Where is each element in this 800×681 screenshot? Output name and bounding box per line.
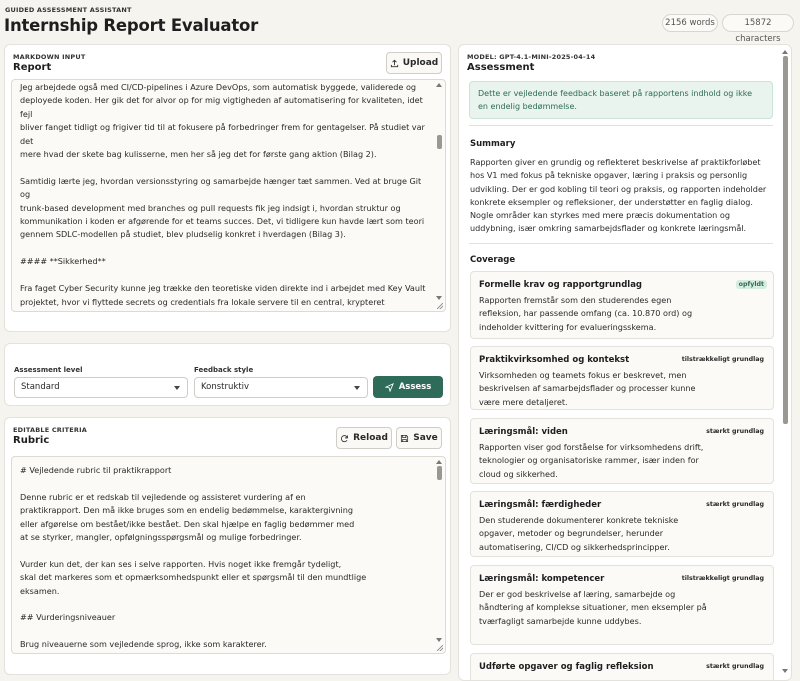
upload-icon: [390, 59, 398, 67]
coverage-item: Læringsmål: færdigheder stærkt grundlag …: [470, 491, 774, 557]
assessment-title: Assessment: [467, 62, 535, 73]
upload-label: Upload: [402, 58, 439, 68]
rubric-eyebrow: EDITABLE CRITERIA: [13, 426, 87, 434]
coverage-status-badge: stærkt grundlag: [706, 428, 764, 435]
coverage-status-badge: tilstrækkeligt grundlag: [681, 356, 764, 363]
assess-button[interactable]: Assess: [373, 376, 443, 398]
chevron-down-icon: [174, 386, 180, 390]
markdown-eyebrow: MARKDOWN INPUT: [13, 53, 86, 61]
assessment-controls: Assessment level Standard Feedback style…: [4, 343, 451, 406]
app-eyebrow: GUIDED ASSESSMENT ASSISTANT: [5, 6, 132, 14]
coverage-status-badge: tilstrækkeligt grundlag: [681, 575, 764, 582]
rubric-text: # Vejledende rubric til praktikrapport D…: [20, 465, 367, 650]
scroll-up-arrow[interactable]: [436, 83, 442, 87]
level-label: Assessment level: [14, 366, 83, 374]
reload-label: Reload: [353, 433, 388, 443]
coverage-item-text: Virksomheden og teamets fokus er beskrev…: [479, 370, 696, 407]
save-button[interactable]: Save: [396, 427, 442, 449]
coverage-item: Udførte opgaver og faglig refleksion stæ…: [470, 653, 774, 680]
coverage-status-badge: opfyldt: [735, 280, 767, 289]
upload-button[interactable]: Upload: [386, 52, 442, 74]
send-icon: [384, 382, 394, 392]
rubric-textarea[interactable]: # Vejledende rubric til praktikrapport D…: [11, 456, 446, 654]
rubric-card: EDITABLE CRITERIA Rubric Reload Save # V…: [4, 417, 451, 675]
scroll-down-arrow[interactable]: [436, 638, 442, 642]
coverage-item-title: Læringsmål: kompetencer: [479, 574, 605, 584]
word-count-badge: 2156 words: [662, 14, 718, 32]
summary-text: Rapporten giver en grundig og reflektere…: [470, 157, 767, 234]
page-scroll-thumb[interactable]: [783, 56, 788, 424]
style-value: Konstruktiv: [201, 382, 250, 392]
model-label: MODEL: GPT-4.1-MINI-2025-04-14: [467, 53, 596, 61]
coverage-item-title: Udførte opgaver og faglig refleksion: [479, 662, 654, 672]
page-scroll-down-arrow[interactable]: [782, 669, 788, 673]
markdown-input-card: MARKDOWN INPUT Report Upload Jeg arbejde…: [4, 44, 451, 332]
resize-handle[interactable]: [437, 645, 443, 651]
page-title: Internship Report Evaluator: [4, 16, 259, 35]
reload-button[interactable]: Reload: [336, 427, 392, 449]
save-icon: [401, 434, 409, 442]
reload-icon: [341, 434, 348, 442]
coverage-item-text: Rapporten fremstår som den studerendes e…: [479, 295, 693, 332]
coverage-item: Læringsmål: kompetencer tilstrækkeligt g…: [470, 565, 774, 645]
coverage-item-title: Praktikvirksomhed og kontekst: [479, 355, 630, 365]
coverage-item: Formelle krav og rapportgrundlag opfyldt…: [470, 271, 774, 339]
save-label: Save: [413, 433, 438, 443]
rubric-scroll-thumb[interactable]: [437, 466, 442, 480]
coverage-item-title: Læringsmål: viden: [479, 427, 568, 437]
resize-handle[interactable]: [437, 303, 443, 309]
divider: [469, 243, 773, 244]
report-textarea[interactable]: Jeg arbejdede også med CI/CD-pipelines i…: [11, 79, 446, 312]
level-value: Standard: [21, 382, 60, 392]
page-scrollbar[interactable]: [783, 56, 788, 666]
coverage-item: Læringsmål: viden stærkt grundlag Rappor…: [470, 418, 774, 484]
report-text: Jeg arbejdede også med CI/CD-pipelines i…: [20, 82, 426, 311]
assess-label: Assess: [398, 382, 432, 392]
style-label: Feedback style: [194, 366, 254, 374]
rubric-scrollbar[interactable]: [437, 466, 442, 638]
coverage-item-text: Der er god beskrivelse af læring, samarb…: [479, 589, 707, 626]
report-title: Report: [13, 62, 52, 73]
coverage-heading: Coverage: [470, 255, 516, 265]
rubric-title: Rubric: [13, 435, 50, 446]
scroll-down-arrow[interactable]: [436, 296, 442, 300]
divider: [469, 125, 773, 126]
char-count-badge: 15872 characters: [722, 14, 794, 44]
coverage-status-badge: stærkt grundlag: [706, 663, 764, 670]
coverage-status-badge: stærkt grundlag: [706, 501, 764, 508]
coverage-item-title: Læringsmål: færdigheder: [479, 500, 602, 510]
disclaimer-notice: Dette er vejledende feedback baseret på …: [469, 81, 773, 119]
coverage-item-text: Den studerende dokumenterer konkrete tek…: [479, 515, 679, 552]
coverage-item-title: Formelle krav og rapportgrundlag: [479, 280, 643, 290]
assessment-panel: MODEL: GPT-4.1-MINI-2025-04-14 Assessmen…: [458, 44, 792, 681]
feedback-style-select[interactable]: Konstruktiv: [194, 377, 368, 398]
scroll-up-arrow[interactable]: [436, 460, 442, 464]
report-scroll-thumb[interactable]: [437, 135, 442, 149]
assessment-level-select[interactable]: Standard: [14, 377, 188, 398]
app-header: GUIDED ASSESSMENT ASSISTANT Internship R…: [4, 6, 796, 44]
report-scrollbar[interactable]: [437, 89, 442, 297]
chevron-down-icon: [354, 386, 360, 390]
coverage-item: Praktikvirksomhed og kontekst tilstrække…: [470, 346, 774, 410]
summary-heading: Summary: [470, 139, 516, 149]
coverage-item-text: Rapporten viser god forståelse for virks…: [479, 442, 704, 479]
page-scroll-up-arrow[interactable]: [782, 50, 788, 54]
